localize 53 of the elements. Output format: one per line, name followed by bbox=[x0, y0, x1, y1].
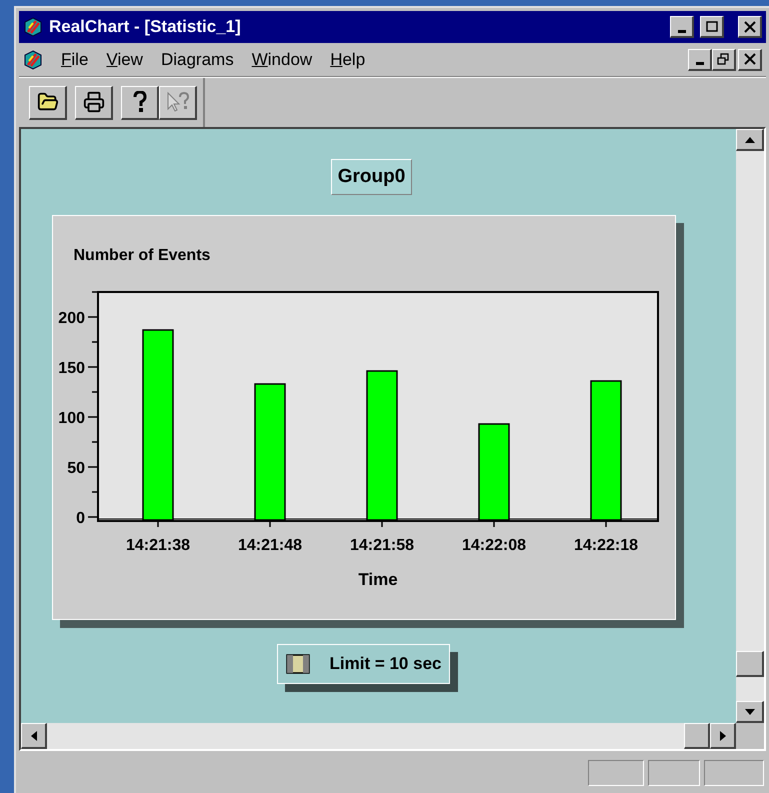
folder-icon bbox=[36, 91, 58, 113]
close-button[interactable] bbox=[738, 48, 762, 70]
scroll-thumb[interactable] bbox=[736, 651, 764, 677]
menu-item[interactable]: Diagrams bbox=[160, 46, 234, 72]
scroll-thumb[interactable] bbox=[684, 723, 710, 749]
y-tick-label: 0 bbox=[76, 510, 84, 527]
x-tick-label: 14:22:08 bbox=[461, 537, 526, 554]
minimize-icon bbox=[678, 30, 686, 32]
x-axis-title: Time bbox=[358, 570, 398, 589]
restore-button[interactable] bbox=[712, 48, 736, 70]
pointer-help-icon bbox=[166, 91, 190, 113]
toolbar-button[interactable] bbox=[121, 86, 159, 120]
x-tick-label: 14:22:18 bbox=[573, 537, 638, 554]
legend-label: Limit = 10 sec bbox=[330, 653, 442, 676]
printer-icon bbox=[82, 91, 104, 113]
menu-item[interactable]: Window bbox=[252, 46, 312, 72]
vertical-scrollbar[interactable] bbox=[736, 129, 764, 723]
chart-title: Number of Events bbox=[74, 246, 212, 266]
minimize-button[interactable] bbox=[688, 48, 712, 70]
close-button[interactable] bbox=[738, 16, 762, 38]
horizontal-scrollbar[interactable] bbox=[21, 723, 736, 749]
status-panel bbox=[588, 760, 644, 786]
toolbar-button[interactable] bbox=[75, 86, 113, 120]
toolbar-button[interactable] bbox=[29, 86, 67, 120]
y-tick-label: 200 bbox=[58, 310, 84, 327]
maximize-button[interactable] bbox=[700, 16, 724, 38]
window-title: RealChart - [Statistic_1] bbox=[49, 16, 242, 38]
status-panel bbox=[704, 760, 764, 786]
down-arrow-icon bbox=[744, 708, 754, 714]
x-tick-label: 14:21:38 bbox=[125, 537, 190, 554]
close-icon bbox=[742, 53, 756, 65]
y-tick-label: 50 bbox=[66, 460, 84, 477]
menu-item[interactable]: Help bbox=[330, 46, 366, 72]
y-tick-label: 100 bbox=[58, 410, 84, 427]
app-logo-icon bbox=[23, 17, 43, 37]
close-icon bbox=[742, 20, 756, 32]
minimize-icon bbox=[696, 62, 704, 65]
restore-icon bbox=[716, 53, 730, 65]
maximize-icon bbox=[704, 20, 718, 32]
group-label: Group0 bbox=[330, 159, 412, 195]
status-panel bbox=[648, 760, 700, 786]
left-arrow-icon bbox=[30, 730, 36, 740]
x-tick-label: 14:21:58 bbox=[349, 537, 414, 554]
x-tick-label: 14:21:48 bbox=[237, 537, 302, 554]
minimize-button[interactable] bbox=[670, 16, 694, 38]
up-arrow-icon bbox=[744, 136, 754, 142]
right-arrow-icon bbox=[720, 730, 726, 740]
menu-item[interactable]: View bbox=[106, 46, 143, 72]
app-logo-icon bbox=[23, 50, 43, 70]
legend-swatch-icon bbox=[286, 654, 310, 674]
y-tick-label: 150 bbox=[58, 360, 84, 377]
menu-item[interactable]: File bbox=[61, 46, 88, 72]
help-icon bbox=[132, 91, 146, 113]
